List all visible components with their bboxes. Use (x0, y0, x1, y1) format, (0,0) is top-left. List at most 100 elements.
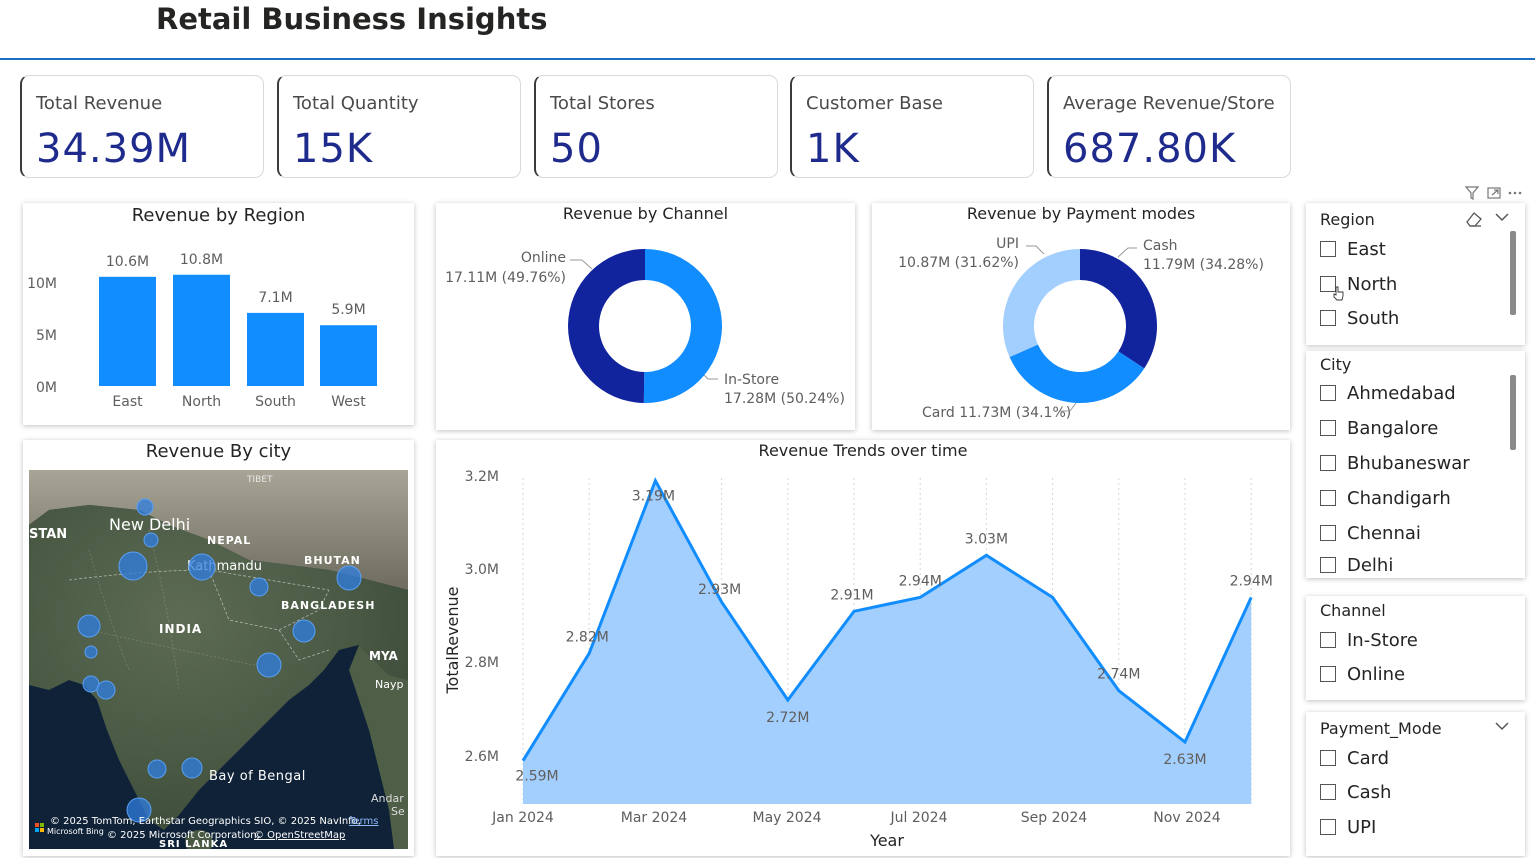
checkbox[interactable] (1320, 784, 1336, 800)
option-label: Bangalore (1347, 417, 1439, 439)
slicer-option-south[interactable]: South (1320, 306, 1399, 330)
slicer-option-ahmedabad[interactable]: Ahmedabad (1320, 381, 1456, 405)
checkbox[interactable] (1320, 490, 1336, 506)
bar-north[interactable] (173, 274, 230, 386)
checkbox[interactable] (1320, 557, 1336, 573)
data-label: 10.6M (106, 254, 149, 270)
map-label: STAN (29, 527, 67, 542)
data-label: 7.1M (258, 290, 292, 306)
checkbox[interactable] (1320, 632, 1336, 648)
kpi-card-total-revenue[interactable]: Total Revenue 34.39M (20, 75, 264, 178)
focus-mode-icon[interactable] (1487, 187, 1501, 199)
y-axis-title: TotalRevenue (443, 586, 462, 694)
eraser-icon[interactable] (1464, 210, 1484, 228)
x-tick-label: South (255, 394, 296, 410)
slicer-option-bangalore[interactable]: Bangalore (1320, 416, 1438, 440)
slicer-title: Payment_Mode (1320, 719, 1442, 738)
channel-donut-card[interactable]: Revenue by Channel Online 17.11M (49.76%… (436, 203, 855, 430)
slicer-option-chandigarh[interactable]: Chandigarh (1320, 486, 1451, 510)
city-map-card[interactable]: Revenue By city TIBET STAN New Delhi NEP… (23, 440, 414, 856)
city-slicer[interactable]: City Ahmedabad Bangalore Bhubaneswar Cha… (1306, 351, 1525, 578)
city-bubble[interactable] (136, 498, 154, 516)
slicer-option-card[interactable]: Card (1320, 746, 1389, 770)
checkbox[interactable] (1320, 819, 1336, 835)
city-bubble[interactable] (77, 614, 101, 638)
map-label: MYA (369, 649, 398, 663)
osm-link[interactable]: © OpenStreetMap (254, 830, 345, 841)
terms-link[interactable]: Terms (348, 816, 378, 827)
leader-line (570, 259, 593, 270)
kpi-card-total-quantity[interactable]: Total Quantity 15K (277, 75, 521, 178)
checkbox[interactable] (1320, 750, 1336, 766)
region-slicer[interactable]: Region East North South (1306, 203, 1525, 345)
visual-header (1464, 186, 1522, 200)
city-bubble[interactable] (143, 532, 159, 548)
more-options-icon[interactable] (1508, 191, 1522, 195)
city-bubble[interactable] (249, 577, 269, 597)
checkbox[interactable] (1320, 385, 1336, 401)
channel-slicer[interactable]: Channel In-Store Online (1306, 596, 1525, 700)
city-bubble[interactable] (256, 652, 282, 678)
payment-mode-slicer[interactable]: Payment_Mode Card Cash UPI (1306, 712, 1525, 856)
bar-south[interactable] (247, 312, 304, 386)
city-bubble[interactable] (96, 680, 116, 700)
checkbox[interactable] (1320, 420, 1336, 436)
checkbox[interactable] (1320, 525, 1336, 541)
y-tick-label: 5M (36, 328, 57, 344)
chevron-down-icon[interactable] (1494, 720, 1510, 732)
city-bubble[interactable] (181, 757, 203, 779)
trend-area-chart-card[interactable]: Revenue Trends over time 3.2M 3.0M 2.8M … (436, 440, 1290, 856)
kpi-label: Average Revenue/Store (1063, 93, 1275, 114)
option-label: UPI (1347, 816, 1377, 838)
kpi-label: Total Quantity (293, 93, 419, 114)
option-label: Chennai (1347, 522, 1421, 544)
bar-east[interactable] (99, 276, 156, 386)
kpi-card-customer-base[interactable]: Customer Base 1K (790, 75, 1034, 178)
city-bubble[interactable] (84, 645, 98, 659)
kpi-card-average-revenue-store[interactable]: Average Revenue/Store 687.80K (1047, 75, 1291, 178)
y-tick-label: 10M (27, 276, 57, 292)
x-axis-title: Year (869, 831, 904, 850)
checkbox[interactable] (1320, 666, 1336, 682)
checkbox[interactable] (1320, 241, 1336, 257)
slicer-option-east[interactable]: East (1320, 237, 1386, 261)
option-label: Ahmedabad (1347, 382, 1456, 404)
chevron-down-icon[interactable] (1494, 211, 1510, 223)
y-tick-label: 3.0M (465, 562, 499, 578)
slicer-option-chennai[interactable]: Chennai (1320, 521, 1421, 545)
data-label: 10.8M (180, 252, 223, 268)
slicer-option-upi[interactable]: UPI (1320, 815, 1376, 839)
payment-donut-card[interactable]: Revenue by Payment modes UPI 10.87M (31.… (872, 203, 1290, 430)
city-bubble[interactable] (336, 565, 362, 591)
city-bubble[interactable] (292, 619, 316, 643)
filter-icon[interactable] (1464, 186, 1480, 200)
option-label: East (1347, 238, 1386, 260)
bar-west[interactable] (320, 325, 377, 386)
checkbox[interactable] (1320, 310, 1336, 326)
slicer-option-bhubaneswar[interactable]: Bhubaneswar (1320, 451, 1470, 475)
slice-online[interactable] (568, 249, 645, 403)
slice-in-store[interactable] (643, 249, 723, 403)
area-fill (523, 480, 1252, 804)
map-label: BHUTAN (304, 554, 361, 567)
kpi-card-total-stores[interactable]: Total Stores 50 (534, 75, 778, 178)
x-tick-label: Jan 2024 (491, 810, 554, 826)
slice-label-value: 11.79M (34.28%) (1143, 257, 1264, 273)
slice-label-value: 17.28M (50.24%) (724, 391, 845, 407)
hand-cursor-icon (1333, 286, 1344, 301)
slicer-option-online[interactable]: Online (1320, 662, 1405, 686)
slicer-option-in-store[interactable]: In-Store (1320, 628, 1418, 652)
region-bar-chart-card[interactable]: Revenue by Region 10M 5M 0M 10.6M East 10.… (23, 203, 414, 425)
slicer-option-cash[interactable]: Cash (1320, 780, 1391, 804)
slicer-option-delhi[interactable]: Delhi (1320, 555, 1393, 575)
city-map[interactable]: TIBET STAN New Delhi NEPAL Kathmandu BHU… (29, 470, 408, 849)
scrollbar[interactable] (1510, 231, 1516, 315)
city-bubble[interactable] (147, 759, 167, 779)
option-label: South (1347, 307, 1400, 329)
checkbox[interactable] (1320, 455, 1336, 471)
kpi-label: Total Revenue (36, 93, 163, 114)
city-bubble[interactable] (188, 553, 216, 581)
scrollbar[interactable] (1510, 375, 1516, 450)
data-label: 2.72M (766, 710, 809, 726)
city-bubble[interactable] (118, 551, 148, 581)
